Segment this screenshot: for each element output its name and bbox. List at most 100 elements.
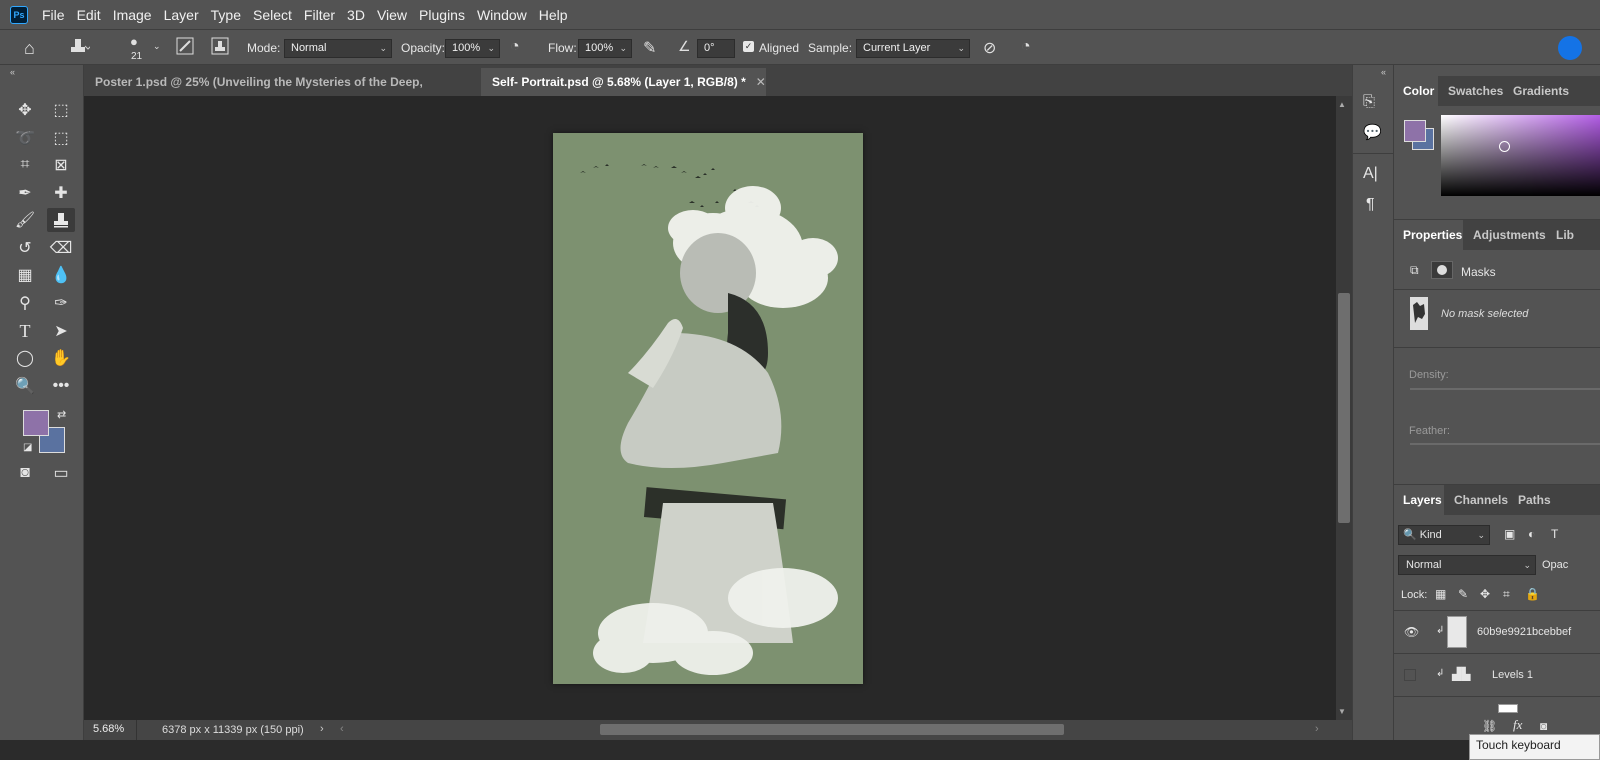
visibility-toggle[interactable]: [1404, 669, 1416, 681]
chevron-down-icon[interactable]: ⌄: [153, 41, 161, 52]
menu-window[interactable]: Window: [477, 7, 527, 23]
history-brush-tool-icon[interactable]: ↺: [11, 236, 39, 260]
mask-icon[interactable]: [1431, 261, 1453, 279]
angle-input[interactable]: 0°: [697, 39, 735, 58]
lasso-tool-icon[interactable]: ➰: [11, 126, 39, 150]
pressure-opacity-icon[interactable]: ◔: [510, 38, 520, 56]
pressure-size-icon[interactable]: ◔: [1021, 38, 1031, 56]
layer-row[interactable]: ↲ ▟▙ Levels 1: [1394, 654, 1600, 696]
color-picker-cursor[interactable]: [1499, 141, 1510, 152]
tab-layers[interactable]: Layers: [1394, 485, 1444, 515]
tab-properties[interactable]: Properties: [1394, 220, 1463, 250]
scroll-left-icon[interactable]: ‹: [340, 723, 344, 735]
filter-pixel-icon[interactable]: ▣: [1504, 527, 1515, 541]
ignore-adjustment-layers-icon[interactable]: ⊘: [983, 38, 996, 58]
eraser-tool-icon[interactable]: ⌫: [47, 236, 75, 260]
eye-icon[interactable]: 👁: [1404, 625, 1419, 639]
screen-mode-icon[interactable]: ▭: [47, 461, 75, 485]
collapse-icon[interactable]: «: [10, 67, 15, 77]
tab-swatches[interactable]: Swatches: [1439, 76, 1503, 106]
crop-tool-icon[interactable]: ⌗: [11, 153, 39, 177]
healing-brush-tool-icon[interactable]: ✚: [47, 181, 75, 205]
layer-filter-select[interactable]: 🔍 Kind ⌄: [1398, 525, 1490, 545]
marquee-tool-icon[interactable]: ⬚: [47, 98, 75, 122]
dodge-tool-icon[interactable]: ⚲: [11, 291, 39, 315]
brush-preview-icon[interactable]: ●: [130, 34, 138, 49]
pixel-mask-icon[interactable]: ⧉: [1410, 263, 1419, 278]
brush-tool-icon[interactable]: 🖌: [11, 208, 39, 232]
clone-source-icon[interactable]: [211, 37, 229, 60]
move-tool-icon[interactable]: ✥: [11, 98, 39, 122]
default-colors-icon[interactable]: ◪: [23, 442, 32, 453]
tab-self-portrait[interactable]: Self- Portrait.psd @ 5.68% (Layer 1, RGB…: [481, 68, 766, 96]
more-tools-icon[interactable]: •••: [47, 374, 75, 398]
lock-position-icon[interactable]: ✥: [1480, 587, 1490, 601]
foreground-color-chip[interactable]: [1404, 120, 1426, 142]
tab-channels[interactable]: Channels: [1445, 485, 1508, 515]
zoom-level[interactable]: 5.68%: [93, 723, 124, 735]
menu-layer[interactable]: Layer: [164, 7, 199, 23]
clone-stamp-tool-icon[interactable]: [47, 208, 75, 232]
add-mask-icon[interactable]: ◙: [1540, 719, 1547, 733]
scroll-right-icon[interactable]: ›: [1315, 723, 1319, 735]
ellipse-tool-icon[interactable]: ◯: [11, 346, 39, 370]
path-selection-tool-icon[interactable]: ➤: [47, 319, 75, 343]
clone-stamp-preset-icon[interactable]: [68, 37, 92, 62]
zoom-tool-icon[interactable]: 🔍: [11, 374, 39, 398]
color-picker-field[interactable]: [1441, 115, 1600, 196]
tab-adjustments[interactable]: Adjustments: [1464, 220, 1546, 250]
brush-settings-icon[interactable]: [176, 37, 194, 60]
object-select-tool-icon[interactable]: ⬚: [47, 126, 75, 150]
lock-transparent-icon[interactable]: ▦: [1435, 587, 1446, 601]
tab-gradients[interactable]: Gradients: [1504, 76, 1569, 106]
filter-type-icon[interactable]: T: [1551, 527, 1558, 541]
link-layers-icon[interactable]: ⛓: [1482, 719, 1497, 733]
horizontal-scroll-thumb[interactable]: [600, 724, 1064, 735]
menu-filter[interactable]: Filter: [304, 7, 335, 23]
layer-name[interactable]: Levels 1: [1492, 669, 1533, 681]
lock-artboard-icon[interactable]: ⌗: [1503, 587, 1510, 602]
menu-select[interactable]: Select: [253, 7, 292, 23]
tab-color[interactable]: Color: [1394, 76, 1438, 106]
scroll-up-icon[interactable]: ▲: [1338, 100, 1346, 109]
document-canvas[interactable]: [553, 133, 863, 684]
frame-tool-icon[interactable]: ⊠: [47, 153, 75, 177]
menu-image[interactable]: Image: [113, 7, 152, 23]
menu-file[interactable]: File: [42, 7, 65, 23]
tab-libraries[interactable]: Lib: [1547, 220, 1574, 250]
opacity-input[interactable]: 100% ⌄: [445, 39, 500, 58]
scroll-down-icon[interactable]: ▼: [1338, 707, 1346, 716]
status-menu-icon[interactable]: ›: [320, 723, 324, 735]
lock-all-icon[interactable]: 🔒: [1525, 587, 1540, 601]
density-slider[interactable]: [1410, 388, 1600, 390]
character-panel-icon[interactable]: A|: [1363, 165, 1378, 183]
foreground-color-swatch[interactable]: [23, 410, 49, 436]
paragraph-panel-icon[interactable]: ¶: [1366, 196, 1375, 214]
gradient-tool-icon[interactable]: ▦: [11, 263, 39, 287]
expand-panels-icon[interactable]: «: [1381, 67, 1386, 77]
pen-tool-icon[interactable]: ✑: [47, 291, 75, 315]
quick-mask-icon[interactable]: ◙: [11, 461, 39, 485]
tab-paths[interactable]: Paths: [1509, 485, 1551, 515]
menu-3d[interactable]: 3D: [347, 7, 365, 23]
filter-adjustment-icon[interactable]: ◐: [1528, 527, 1535, 541]
close-icon[interactable]: ✕: [756, 75, 766, 89]
aligned-checkbox[interactable]: ✓: [743, 41, 754, 52]
history-panel-icon[interactable]: ⎘: [1363, 93, 1375, 110]
menu-type[interactable]: Type: [211, 7, 241, 23]
lock-image-icon[interactable]: ✎: [1458, 587, 1468, 601]
menu-help[interactable]: Help: [539, 7, 568, 23]
feather-slider[interactable]: [1410, 443, 1600, 445]
fx-icon[interactable]: fx: [1513, 717, 1522, 733]
blend-mode-select[interactable]: Normal ⌄: [1398, 555, 1536, 575]
sample-select[interactable]: Current Layer ⌄: [856, 39, 970, 58]
menu-plugins[interactable]: Plugins: [419, 7, 465, 23]
layer-name[interactable]: 60b9e9921bcebbef: [1477, 626, 1571, 638]
swap-colors-icon[interactable]: ⇄: [57, 408, 66, 421]
menu-edit[interactable]: Edit: [77, 7, 101, 23]
mode-select[interactable]: Normal ⌄: [284, 39, 392, 58]
type-tool-icon[interactable]: T: [11, 319, 39, 343]
document-info[interactable]: 6378 px x 11339 px (150 ppi): [162, 724, 304, 736]
hand-tool-icon[interactable]: ✋: [47, 346, 75, 370]
comments-panel-icon[interactable]: 💬: [1363, 123, 1382, 141]
